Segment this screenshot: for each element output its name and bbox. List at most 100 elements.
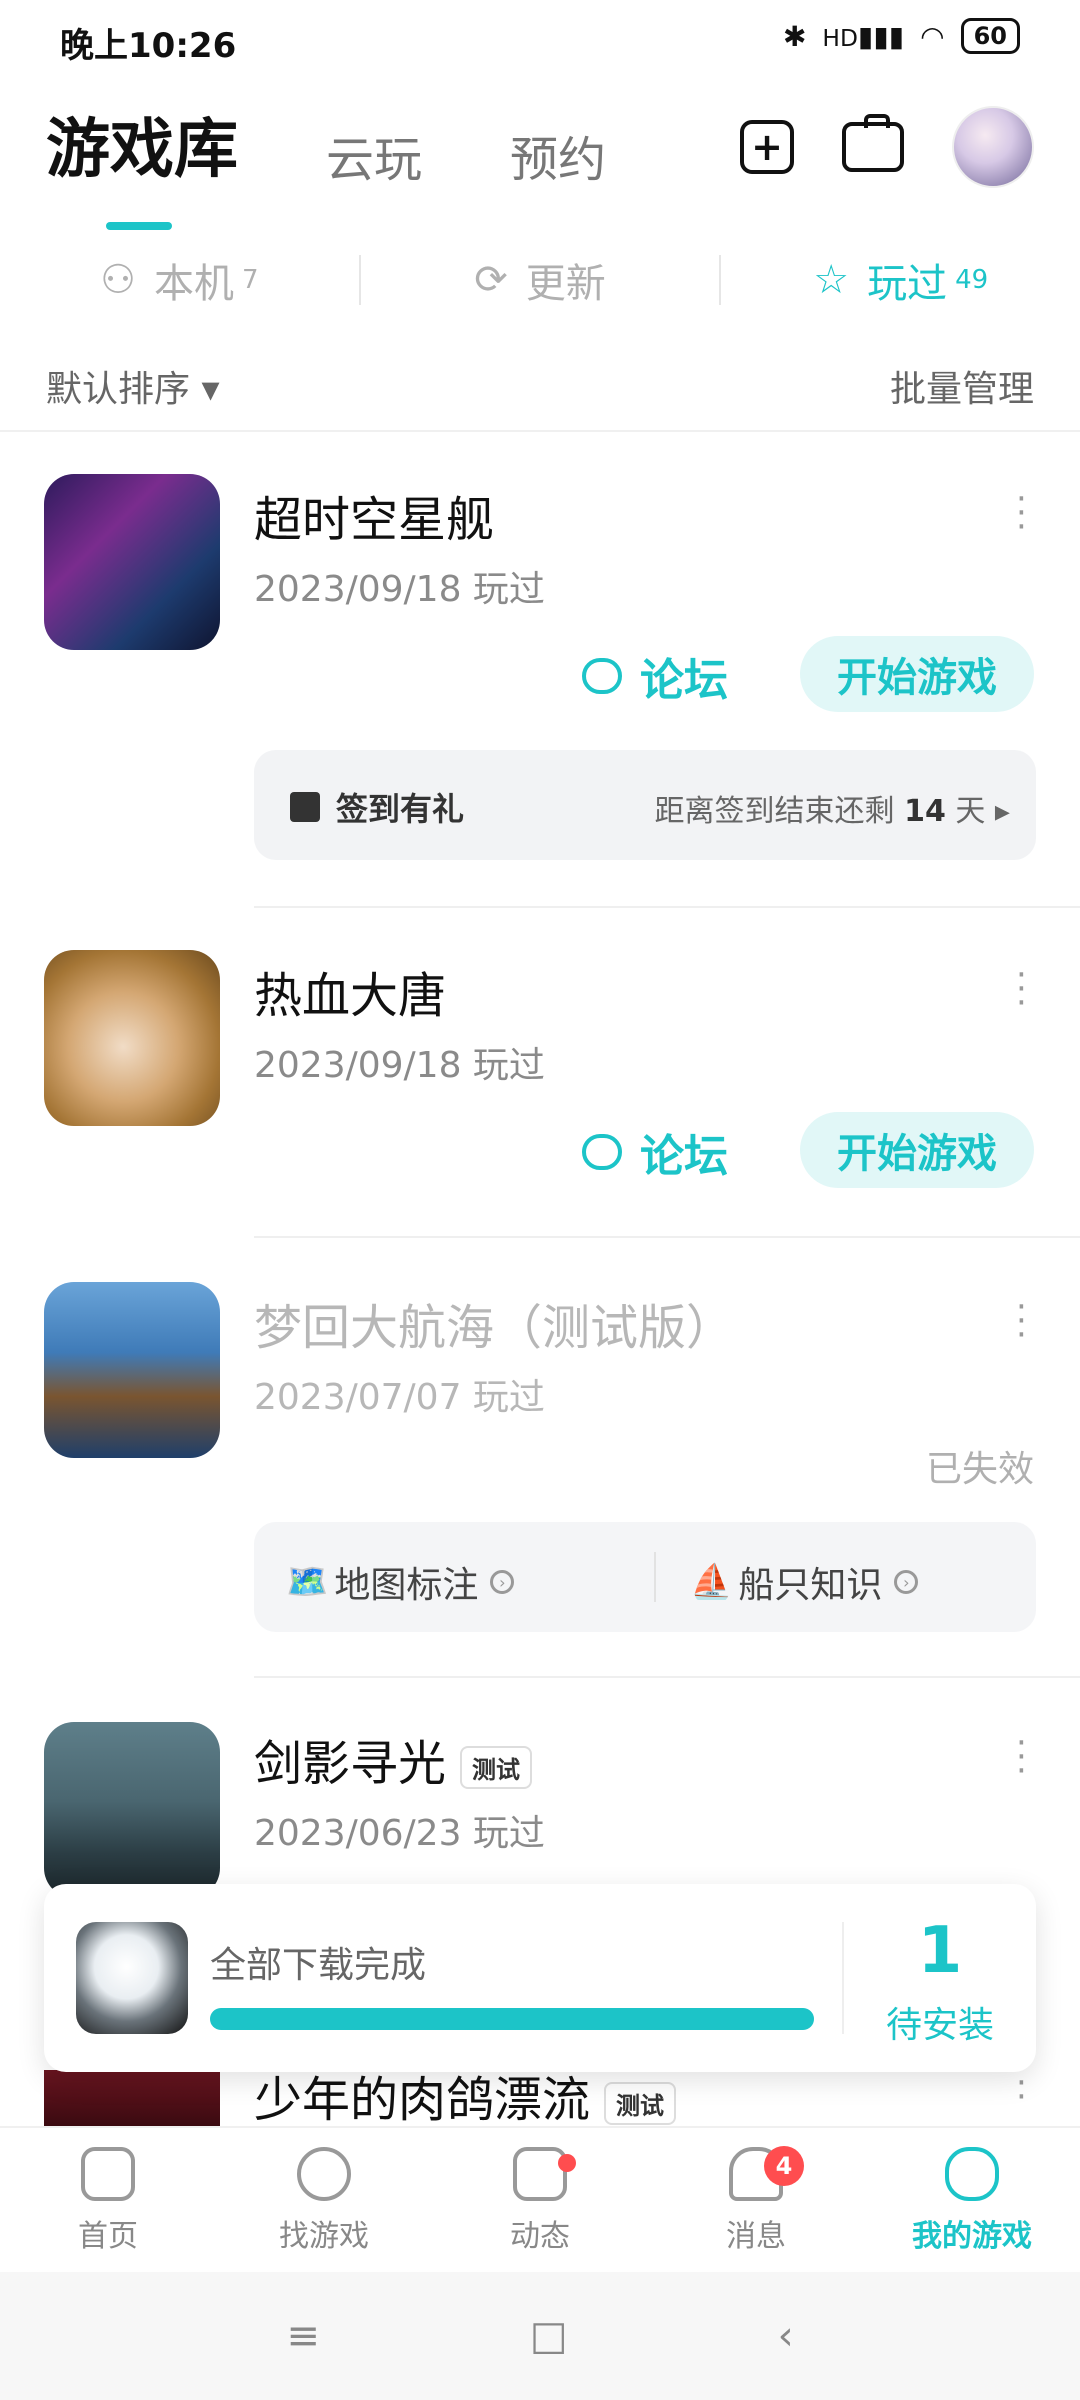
- batch-manage-button[interactable]: 批量管理: [890, 360, 1034, 412]
- refresh-icon: ⟳: [474, 257, 508, 303]
- filter-count: 7: [241, 265, 259, 295]
- more-icon[interactable]: · ·: [1016, 2066, 1027, 2114]
- pending-count: 1: [917, 1914, 963, 1988]
- filter-count: 49: [955, 265, 989, 295]
- game-icon[interactable]: [44, 1282, 220, 1458]
- game-icon[interactable]: [44, 950, 220, 1126]
- game-date: 2023/09/18 玩过: [254, 569, 545, 610]
- expired-status: 已失效: [925, 1449, 1034, 1490]
- person-icon: ⚇: [100, 257, 136, 303]
- filter-local[interactable]: ⚇ 本机 7: [0, 251, 359, 309]
- forum-button[interactable]: 论坛: [582, 1120, 728, 1184]
- nav-label: 动态: [510, 2219, 570, 2254]
- forum-button[interactable]: 论坛: [582, 644, 728, 708]
- planet-icon: [297, 2147, 351, 2201]
- pending-install-label: 待安装: [885, 2005, 994, 2046]
- sort-dropdown[interactable]: 默认排序 ▾: [46, 360, 220, 412]
- filter-update[interactable]: ⟳ 更新: [361, 251, 720, 309]
- briefcase-icon[interactable]: [842, 114, 904, 172]
- top-tabs: 游戏库 云玩 预约: [46, 98, 694, 230]
- game-title[interactable]: 超时空星舰: [254, 480, 494, 550]
- nav-my-games[interactable]: 我的游戏: [864, 2128, 1080, 2274]
- nav-label: 首页: [78, 2219, 138, 2254]
- notification-dot: [558, 2154, 576, 2172]
- game-date: 2023/09/18 玩过: [254, 1045, 545, 1086]
- download-progress-fill: [210, 2008, 814, 2030]
- nav-feed[interactable]: 动态: [432, 2128, 648, 2274]
- star-icon: ☆: [813, 257, 850, 303]
- filter-label: 本机: [153, 261, 234, 307]
- chevron-right-icon: ›: [894, 1570, 919, 1594]
- map-icon: 🗺️: [286, 1562, 329, 1602]
- download-status: 全部下载完成: [210, 1945, 427, 1986]
- map-marker-link[interactable]: 🗺️ 地图标注 ›: [286, 1556, 515, 1608]
- game-date: 2023/07/07 玩过: [254, 1377, 545, 1418]
- wifi-icon: ◠: [920, 19, 945, 53]
- game-icon[interactable]: [44, 2070, 220, 2126]
- nav-label: 消息: [726, 2219, 786, 2254]
- game-title[interactable]: 梦回大航海（测试版）: [254, 1288, 734, 1358]
- start-game-button[interactable]: 开始游戏: [800, 636, 1034, 712]
- game-title[interactable]: 热血大唐: [254, 956, 446, 1026]
- bluetooth-icon: ✱: [782, 19, 807, 53]
- status-bar: 晚上10:26 ✱ HD▮▮▮ ◠ 60: [0, 0, 1080, 80]
- test-tag: 测试: [604, 2081, 677, 2125]
- signal-icon: HD▮▮▮: [822, 19, 905, 53]
- nav-home[interactable]: 首页: [0, 2128, 216, 2274]
- menu-icon[interactable]: ≡: [286, 2313, 320, 2359]
- more-icon[interactable]: · · ·: [1016, 1290, 1027, 1352]
- tab-cloud-play[interactable]: 云玩: [326, 120, 422, 190]
- bottom-nav: 首页 找游戏 动态 4 消息 我的游戏: [0, 2126, 1080, 2274]
- sailboat-icon: ⛵: [690, 1562, 733, 1602]
- game-icon[interactable]: [44, 474, 220, 650]
- system-nav-bar: ≡ □ ‹: [0, 2272, 1080, 2400]
- home-square-icon[interactable]: □: [530, 2313, 568, 2359]
- ship-knowledge-link[interactable]: ⛵ 船只知识 ›: [690, 1556, 919, 1608]
- divider: [254, 906, 1080, 908]
- game-links-bar: 🗺️ 地图标注 › ⛵ 船只知识 ›: [254, 1522, 1036, 1632]
- divider: [254, 1236, 1080, 1238]
- divider: [0, 430, 1080, 432]
- download-progress-track: [210, 2008, 814, 2030]
- status-time: 晚上10:26: [60, 26, 237, 66]
- avatar[interactable]: [952, 106, 1034, 188]
- filter-label: 玩过: [867, 261, 948, 307]
- sign-in-bar[interactable]: 签到有礼 距离签到结束还剩 14 天 ▸: [254, 750, 1036, 860]
- divider: [254, 1676, 1080, 1678]
- nav-label: 我的游戏: [912, 2219, 1032, 2254]
- game-title[interactable]: 剑影寻光 测试: [254, 1724, 533, 1794]
- tab-reservation[interactable]: 预约: [510, 120, 606, 190]
- tab-game-library[interactable]: 游戏库: [46, 98, 238, 230]
- home-icon: [81, 2147, 135, 2201]
- filter-label: 更新: [525, 261, 606, 307]
- start-game-button[interactable]: 开始游戏: [800, 1112, 1034, 1188]
- chat-icon: [582, 658, 622, 694]
- more-icon[interactable]: · · ·: [1016, 958, 1027, 1020]
- filter-played[interactable]: ☆ 玩过 49: [721, 251, 1080, 309]
- game-date: 2023/06/23 玩过: [254, 1813, 545, 1854]
- gift-icon: [290, 792, 320, 822]
- gamepad-icon: [945, 2147, 999, 2201]
- battery-icon: 60: [960, 18, 1020, 54]
- message-badge: 4: [764, 2146, 804, 2186]
- game-icon[interactable]: [44, 1722, 220, 1898]
- chevron-right-icon: ›: [490, 1570, 515, 1594]
- nav-label: 找游戏: [279, 2219, 369, 2254]
- add-square-icon[interactable]: +: [740, 120, 794, 174]
- back-icon[interactable]: ‹: [778, 2313, 794, 2359]
- test-tag: 测试: [460, 1745, 533, 1789]
- nav-find-games[interactable]: 找游戏: [216, 2128, 432, 2274]
- sign-in-label: 签到有礼: [290, 784, 464, 830]
- divider: [654, 1552, 656, 1602]
- chat-icon: [582, 1134, 622, 1170]
- sign-in-remaining: 距离签到结束还剩 14 天 ▸: [654, 794, 1010, 829]
- more-icon[interactable]: · · ·: [1016, 1726, 1027, 1788]
- nav-messages[interactable]: 4 消息: [648, 2128, 864, 2274]
- filter-row: ⚇ 本机 7 ⟳ 更新 ☆ 玩过 49: [0, 240, 1080, 320]
- status-icons: ✱ HD▮▮▮ ◠ 60: [783, 18, 1020, 54]
- download-toast[interactable]: 全部下载完成 1 待安装: [44, 1884, 1036, 2072]
- download-game-icon: [76, 1922, 188, 2034]
- sort-row: 默认排序 ▾ 批量管理: [46, 356, 1034, 416]
- header-actions: +: [740, 106, 1034, 188]
- more-icon[interactable]: · · ·: [1016, 482, 1027, 544]
